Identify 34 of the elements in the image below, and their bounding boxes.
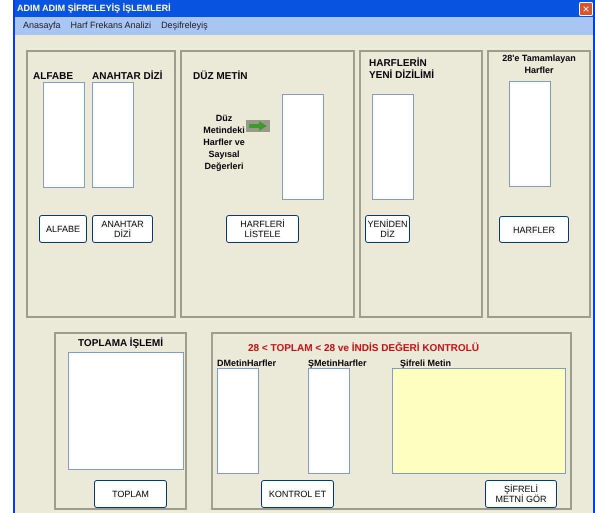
button[interactable]: ŞİFRELİ METNİ GÖR bbox=[485, 480, 557, 508]
label: HARFLERİN YENİ DİZİLİMİ bbox=[369, 58, 434, 82]
list-box[interactable] bbox=[372, 94, 414, 200]
menu-item[interactable]: Deşifreleyiş bbox=[161, 19, 208, 33]
close-button[interactable]: × bbox=[579, 2, 593, 16]
list-box[interactable] bbox=[43, 82, 85, 188]
list-box[interactable] bbox=[509, 81, 551, 187]
button[interactable]: ANAHTAR DİZİ bbox=[92, 215, 153, 243]
label: 28 < TOPLAM < 28 ve İNDİS DEĞERİ KONTROLÜ bbox=[248, 343, 479, 355]
arrow-icon bbox=[246, 120, 270, 132]
label: ŞMetinHarfler bbox=[308, 357, 367, 369]
button[interactable]: TOPLAM bbox=[94, 480, 167, 508]
list-box[interactable] bbox=[308, 368, 350, 474]
window-title: ADIM ADIM ŞİFRELEYİŞ İŞLEMLERİ bbox=[16, 2, 171, 15]
button[interactable]: HARFLERİ LİSTELE bbox=[226, 215, 299, 243]
button[interactable]: YENİDEN DİZ bbox=[365, 215, 410, 243]
list-box[interactable] bbox=[217, 368, 259, 474]
caption: Düz Metindeki Harfler ve Sayısal Değerleri bbox=[202, 112, 246, 172]
label: TOPLAMA İŞLEMİ bbox=[77, 338, 164, 350]
button[interactable]: HARFLER bbox=[499, 216, 569, 243]
button[interactable]: ALFABE bbox=[39, 215, 87, 243]
label: ALFABE bbox=[33, 71, 73, 83]
label: DÜZ METİN bbox=[193, 71, 248, 83]
list-box[interactable] bbox=[282, 94, 324, 200]
label: Şifreli Metin bbox=[400, 357, 452, 369]
menu-item[interactable]: Anasayfa bbox=[23, 19, 61, 33]
menu-item[interactable]: Harf Frekans Analizi bbox=[70, 19, 152, 33]
text-area[interactable] bbox=[392, 368, 566, 474]
label: DMetinHarfler bbox=[217, 357, 276, 369]
list-box[interactable] bbox=[92, 82, 134, 188]
label: 28'e Tamamlayan Harfler bbox=[501, 52, 577, 76]
button[interactable]: KONTROL ET bbox=[261, 480, 334, 508]
list-box[interactable] bbox=[68, 352, 184, 470]
label: ANAHTAR DİZİ bbox=[92, 71, 162, 83]
